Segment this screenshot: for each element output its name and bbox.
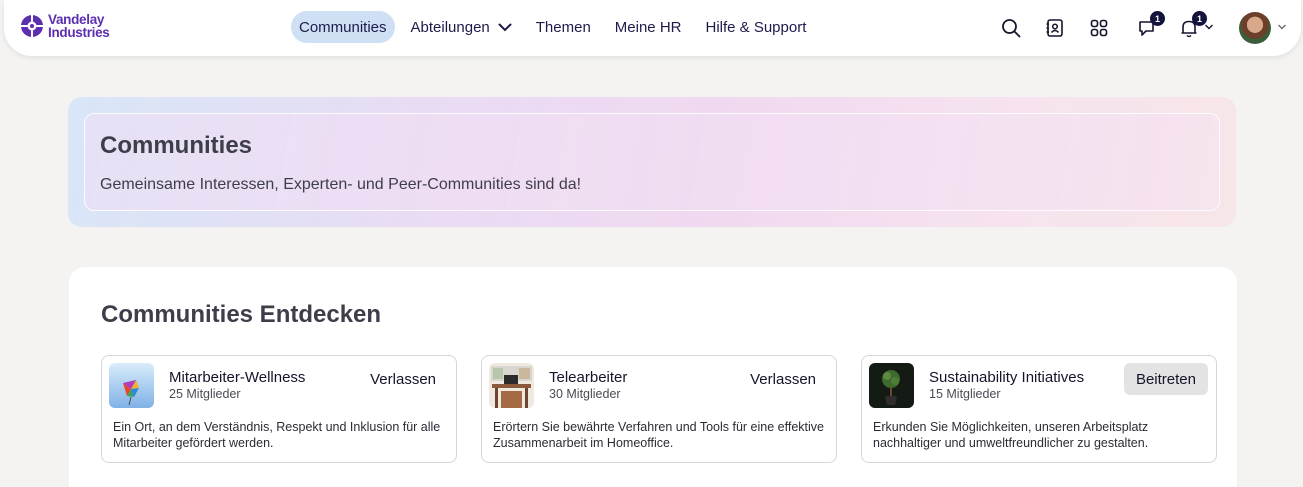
search-icon[interactable] <box>1000 17 1022 39</box>
nav-item-label: Communities <box>299 18 387 36</box>
brand-logo[interactable]: Vandelay Industries <box>20 13 110 39</box>
community-image-wellness <box>109 363 154 408</box>
member-count: 15 Mitglieder <box>929 387 1001 401</box>
page-subtitle: Gemeinsame Interessen, Experten- und Pee… <box>100 176 582 193</box>
community-name: Telearbeiter <box>549 369 628 386</box>
nav-item-meine-hr[interactable]: Meine HR <box>607 11 690 43</box>
hero-card: Communities Gemeinsame Interessen, Exper… <box>84 113 1220 211</box>
brand-name: Vandelay Industries <box>48 13 110 40</box>
main-nav: Communities Abteilungen Themen Meine HR … <box>291 11 822 43</box>
nav-item-communities[interactable]: Communities <box>291 11 395 43</box>
community-description: Erörtern Sie bewährte Verfahren und Tool… <box>493 420 824 450</box>
apps-grid-icon[interactable] <box>1088 17 1110 39</box>
chevron-down-icon[interactable] <box>1204 23 1214 31</box>
member-count: 25 Mitglieder <box>169 387 241 401</box>
contacts-icon[interactable] <box>1044 17 1066 39</box>
chevron-down-icon <box>498 23 512 31</box>
section-title: Communities Entdecken <box>101 301 382 328</box>
nav-item-label: Hilfe & Support <box>705 18 807 36</box>
user-avatar[interactable] <box>1239 12 1271 44</box>
discover-panel: Communities Entdecken Mitarbeiter-Wellne… <box>69 267 1237 487</box>
nav-item-themen[interactable]: Themen <box>528 11 599 43</box>
nav-item-label: Themen <box>535 18 591 36</box>
chevron-down-icon[interactable] <box>1277 23 1287 31</box>
community-card[interactable]: Sustainability Initiatives 15 Mitglieder… <box>861 355 1217 463</box>
member-count: 30 Mitglieder <box>549 387 621 401</box>
community-name: Mitarbeiter-Wellness <box>169 369 306 386</box>
community-image-sustainability <box>869 363 914 408</box>
logo-icon <box>21 15 43 37</box>
leave-button[interactable]: Verlassen <box>738 363 828 395</box>
nav-item-label: Abteilungen <box>410 18 490 36</box>
community-description: Erkunden Sie Möglichkeiten, unseren Arbe… <box>873 420 1149 450</box>
community-image-telearbeiter <box>489 363 534 408</box>
leave-button[interactable]: Verlassen <box>358 363 448 395</box>
chat-badge: 1 <box>1150 11 1165 26</box>
join-button[interactable]: Beitreten <box>1123 363 1208 395</box>
nav-item-abteilungen[interactable]: Abteilungen <box>403 11 520 43</box>
community-name: Sustainability Initiatives <box>929 369 1085 386</box>
top-navigation-bar: Vandelay Industries Communities Abteilun… <box>4 0 1301 56</box>
page-title: Communities <box>100 132 253 159</box>
nav-item-hilfe-support[interactable]: Hilfe & Support <box>697 11 814 43</box>
hero-banner: Communities Gemeinsame Interessen, Exper… <box>68 97 1236 227</box>
community-card[interactable]: Telearbeiter 30 Mitglieder Verlassen Erö… <box>481 355 837 463</box>
community-description: Ein Ort, an dem Verständnis, Respekt und… <box>113 420 441 450</box>
chat-button[interactable]: 1 <box>1136 11 1165 39</box>
community-card[interactable]: Mitarbeiter-Wellness 25 Mitglieder Verla… <box>101 355 457 463</box>
notifications-button[interactable]: 1 <box>1178 11 1207 39</box>
brand-line-2: Industries <box>48 25 110 40</box>
nav-item-label: Meine HR <box>614 18 682 36</box>
